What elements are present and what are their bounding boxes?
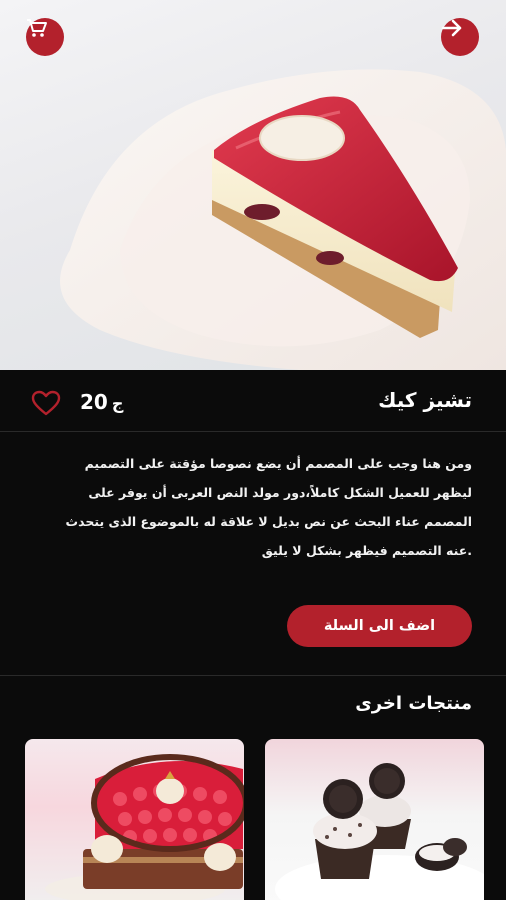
product-header: 20 ج تشيز كيك <box>0 370 506 432</box>
raspberry-tart-image <box>45 754 244 900</box>
next-button[interactable] <box>441 18 479 56</box>
other-products-title: منتجات اخرى <box>355 693 472 714</box>
description-line: المصمم عناء البحث عن نص بديل لا علاقة له… <box>65 514 472 529</box>
price-currency: ج <box>111 394 124 413</box>
description-line: ومن هنا وجب على المصمم أن يضع نصوصا مؤقت… <box>84 456 472 471</box>
product-card-cupcakes[interactable] <box>265 739 484 900</box>
heart-outline-icon[interactable] <box>30 389 62 417</box>
arrow-right-icon <box>441 19 462 37</box>
cart-button[interactable] <box>26 18 64 56</box>
oreo-cupcakes-image <box>275 763 484 900</box>
product-price: 20 ج <box>80 390 123 414</box>
product-name: تشيز كيك <box>378 388 472 412</box>
product-card-tart[interactable] <box>25 739 244 900</box>
description-line: .عنه التصميم فيظهر بشكل لا يليق <box>261 543 472 558</box>
product-image <box>0 0 506 370</box>
add-to-cart-button[interactable]: اضف الى السلة <box>287 605 472 647</box>
description-line: ليظهر للعميل الشكل كاملاً،دور مولد النص … <box>88 485 472 500</box>
cart-icon <box>27 19 47 37</box>
section-divider <box>0 675 506 676</box>
product-description: ومن هنا وجب على المصمم أن يضع نصوصا مؤقت… <box>52 449 472 565</box>
price-amount: 20 <box>80 390 108 414</box>
cheesecake-illustration <box>60 69 506 370</box>
